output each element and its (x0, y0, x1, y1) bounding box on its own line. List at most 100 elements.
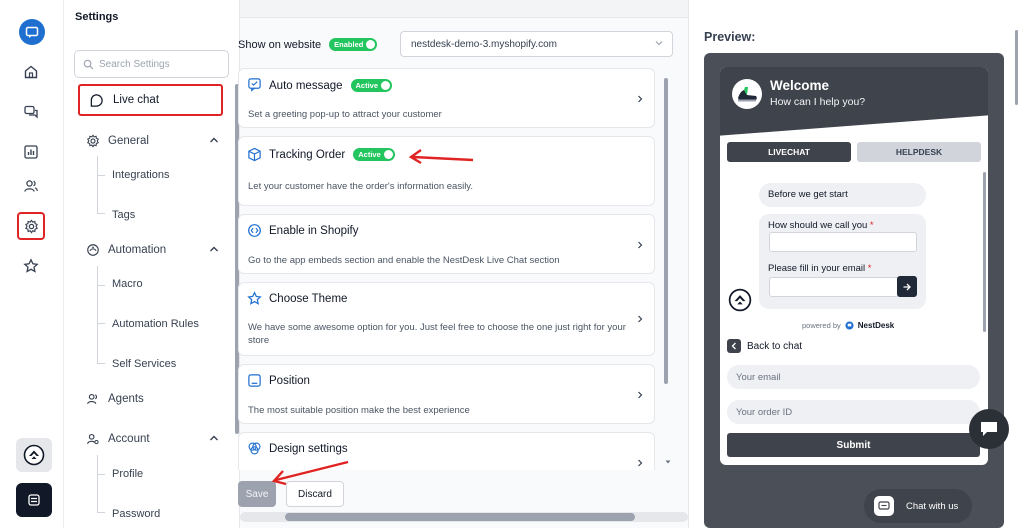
card-description: Let your customer have the order's infor… (248, 181, 473, 192)
email-input[interactable] (769, 277, 899, 297)
chevron-right-icon (638, 315, 643, 323)
toggle-knob (366, 40, 376, 49)
chevron-up-icon[interactable] (208, 134, 220, 146)
tab-helpdesk[interactable]: HELPDESK (857, 142, 981, 162)
search-settings-input[interactable]: Search Settings (74, 50, 229, 78)
order-id-input[interactable]: Your order ID (727, 400, 980, 424)
card-auto-message[interactable]: Auto message Active Set a greeting pop-u… (238, 68, 655, 128)
chat-with-us-button[interactable]: Chat with us (864, 489, 972, 523)
name-question: How should we call you (768, 220, 868, 231)
nav-account[interactable]: Account (78, 424, 226, 454)
horizontal-scrollbar[interactable] (240, 512, 688, 522)
logo-icon[interactable] (19, 19, 45, 45)
tree-line (97, 156, 105, 176)
save-button[interactable]: Save (238, 481, 276, 507)
palette-icon (248, 442, 261, 455)
top-bar (240, 0, 688, 18)
preview-panel: Preview: Welcome How can I help you? LIV… (688, 0, 1024, 528)
nav-general[interactable]: General (78, 126, 226, 156)
nav-live-chat[interactable]: Live chat (78, 84, 223, 116)
submit-button[interactable]: Submit (727, 433, 980, 457)
tree-line (97, 324, 105, 364)
toggle-knob (383, 150, 393, 159)
agents-icon (87, 393, 97, 405)
chat-widget: Welcome How can I help you? LIVECHAT HEL… (720, 67, 988, 465)
card-title: Tracking Order (269, 148, 346, 161)
nav-live-chat-label: Live chat (113, 94, 160, 106)
icon-rail (0, 0, 64, 528)
main-scrollbar[interactable] (664, 78, 668, 384)
toggle-knob (381, 81, 391, 90)
chevron-up-icon[interactable] (208, 243, 220, 255)
name-input[interactable] (769, 232, 917, 252)
card-enable-shopify[interactable]: Enable in Shopify Go to the app embeds s… (238, 214, 655, 274)
nav-password[interactable]: Password (112, 508, 160, 520)
store-select[interactable]: nestdesk-demo-3.myshopify.com (400, 31, 673, 57)
chevron-up-icon[interactable] (208, 432, 220, 444)
nestdesk-app-icon[interactable] (16, 438, 52, 472)
code-icon (248, 224, 261, 237)
settings-icon[interactable] (17, 212, 45, 240)
back-to-chat[interactable]: Back to chat (727, 339, 802, 353)
nav-automation-rules[interactable]: Automation Rules (112, 318, 199, 330)
nav-macro[interactable]: Macro (112, 278, 143, 290)
preview-title: Preview: (704, 30, 756, 44)
nav-agents-label: Agents (108, 393, 144, 405)
card-title: Position (269, 375, 310, 387)
nav-integrations[interactable]: Integrations (112, 169, 169, 181)
card-title: Enable in Shopify (269, 225, 359, 237)
nav-general-label: General (108, 135, 149, 147)
live-chat-icon (90, 93, 103, 107)
widget-welcome: Welcome (770, 78, 830, 93)
database-app-icon[interactable] (16, 483, 52, 517)
nav-automation-label: Automation (108, 244, 167, 256)
chat-icon[interactable] (17, 98, 45, 126)
discard-button[interactable]: Discard (286, 481, 344, 507)
chevron-down-icon (655, 41, 663, 46)
widget-scrollbar[interactable] (983, 172, 986, 332)
card-choose-theme[interactable]: Choose Theme We have some awesome option… (238, 282, 655, 356)
chat-bubble-button[interactable] (969, 409, 1009, 449)
your-email-input[interactable]: Your email (727, 365, 980, 389)
card-description: Go to the app embeds section and enable … (248, 255, 560, 266)
star-icon[interactable] (17, 252, 45, 280)
powered-by-text: powered by (802, 321, 841, 330)
arrow-right-icon (903, 283, 911, 290)
tab-livechat[interactable]: LIVECHAT (727, 142, 851, 162)
search-placeholder: Search Settings (99, 58, 170, 70)
settings-title: Settings (75, 11, 119, 23)
card-title-row: Tracking Order Active (269, 148, 395, 161)
nav-tags[interactable]: Tags (112, 209, 135, 221)
chevron-left-icon (727, 339, 741, 353)
nav-profile[interactable]: Profile (112, 468, 143, 480)
card-position[interactable]: Position The most suitable position make… (238, 364, 655, 424)
auto-message-toggle[interactable]: Active (350, 79, 393, 92)
chevron-right-icon (638, 459, 643, 467)
chevron-right-icon (638, 241, 643, 249)
send-button[interactable] (897, 276, 917, 297)
scroll-down-icon[interactable] (664, 458, 672, 466)
show-on-website-row: Show on website Enabled (238, 38, 378, 51)
tree-line (97, 286, 105, 324)
toggle-label: Active (355, 81, 379, 90)
tracking-order-toggle[interactable]: Active (353, 148, 395, 161)
users-icon[interactable] (17, 172, 45, 200)
show-on-website-toggle[interactable]: Enabled (329, 38, 378, 51)
nav-self-services[interactable]: Self Services (112, 358, 176, 370)
email-question: Please fill in your email (768, 263, 866, 274)
star-icon (247, 291, 262, 305)
card-description: We have some awesome option for you. Jus… (248, 322, 626, 346)
card-design-settings[interactable]: Design settings (238, 432, 655, 470)
reports-icon[interactable] (17, 138, 45, 166)
message-icon (248, 78, 261, 92)
horizontal-scroll-thumb[interactable] (285, 513, 635, 521)
brand-name: NestDesk (857, 321, 895, 330)
nav-agents[interactable]: Agents (78, 384, 226, 414)
preview-scrollbar[interactable] (1015, 30, 1018, 105)
nav-automation[interactable]: Automation (78, 235, 226, 265)
main-content: Show on website Enabled nestdesk-demo-3.… (238, 0, 688, 528)
card-tracking-order[interactable]: Tracking Order Active Let your customer … (238, 136, 655, 206)
card-description: Set a greeting pop-up to attract your cu… (248, 109, 442, 120)
chat-with-us-label: Chat with us (906, 500, 959, 512)
home-icon[interactable] (17, 58, 45, 86)
